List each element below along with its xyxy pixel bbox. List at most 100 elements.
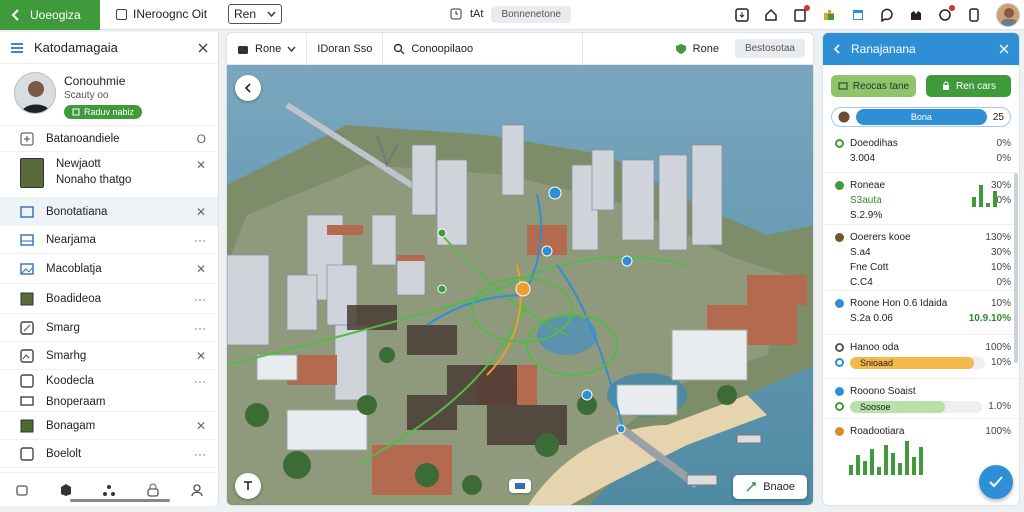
list-item[interactable]: Bnoperaam <box>0 392 218 412</box>
more-icon[interactable]: ··· <box>194 321 206 335</box>
close-icon[interactable] <box>999 44 1009 54</box>
list-item-selected[interactable]: Bonotatiana ✕ <box>0 198 218 226</box>
stat-sub: C.C4 <box>850 277 873 288</box>
status-dot-icon <box>835 181 844 190</box>
text-tool-button[interactable] <box>235 473 261 499</box>
stat-title: Fne Cott <box>850 262 889 273</box>
stat-item[interactable]: Ooerers kooe 130% S.a4 30% Fne Cott 10% C.C… <box>823 225 1019 291</box>
map-view[interactable]: Bnaoe <box>227 65 813 505</box>
close-icon[interactable]: ✕ <box>196 262 206 276</box>
list-item[interactable]: Smarhg ✕ <box>0 342 218 370</box>
stat-value: 10.9.10% <box>968 313 1011 324</box>
clipboard-icon[interactable] <box>793 5 810 22</box>
list-item-label: Nearjama <box>46 233 96 246</box>
list-item[interactable]: Bonagam ✕ <box>0 412 218 440</box>
map-pill[interactable]: Bestosotaa <box>734 39 805 58</box>
map-back-button[interactable] <box>235 75 261 101</box>
list-item[interactable]: Boadideoa ··· <box>0 284 218 314</box>
map-layer-dropdown[interactable]: Rone <box>227 33 308 65</box>
stat-item[interactable]: Hanoo oda 100% Snioaad 10% <box>823 335 1019 379</box>
list-item[interactable]: Boelolt ··· <box>0 440 218 468</box>
profile-card[interactable]: Conouhmie Scauty oo Raduv nabiz <box>0 64 218 126</box>
search-icon <box>393 43 405 55</box>
user-avatar[interactable] <box>996 3 1020 27</box>
filter-search[interactable]: Bona 25 <box>831 107 1011 127</box>
map-action-label: Bnaoe <box>763 481 795 493</box>
stat-sub: S.2.9% <box>850 210 883 221</box>
list-item[interactable]: Smarg ··· <box>0 314 218 342</box>
camera-icon[interactable] <box>15 483 29 497</box>
stat-item[interactable]: Roneae 30% S3auta 0% S.2.9% <box>823 173 1019 225</box>
map-action-button[interactable]: Bnaoe <box>733 475 807 499</box>
primary-action-button[interactable]: Ren cars <box>926 75 1011 97</box>
more-icon[interactable]: ··· <box>194 447 206 461</box>
more-icon[interactable]: ··· <box>194 374 206 388</box>
stat-value: 0% <box>996 195 1011 206</box>
stat-item[interactable]: Doeodihas 0% 3.004 0% <box>823 131 1019 173</box>
progress-fill: Snioaad <box>850 356 975 369</box>
stat-sub: S3auta <box>850 195 882 206</box>
list-item[interactable]: Koodecla ··· <box>0 370 218 392</box>
more-icon[interactable]: ··· <box>194 292 206 306</box>
list-item-label: Boelolt <box>46 447 82 460</box>
right-panel-scrollbar[interactable] <box>1014 173 1018 363</box>
list-item[interactable]: Batanoandiele O <box>0 126 218 152</box>
map-option-label: Rone <box>692 42 719 55</box>
map-layer-chip[interactable] <box>509 479 531 493</box>
community-icon[interactable] <box>909 8 923 22</box>
close-icon[interactable]: ✕ <box>196 158 206 172</box>
map-layer-label: Rone <box>255 42 282 55</box>
box-icon <box>20 446 34 461</box>
download-icon[interactable] <box>735 8 749 22</box>
avatar-icon <box>838 111 850 123</box>
map-panel: Rone IDoran Sso Conoopilaoo Rone Bestoso… <box>226 32 814 506</box>
list-item-label: Macoblatja <box>46 262 102 275</box>
list-item-label: Bonotatiana <box>46 205 108 218</box>
close-icon[interactable] <box>198 43 208 53</box>
close-icon[interactable]: ✕ <box>196 349 206 363</box>
list-item[interactable]: Newjaott Nonaho thatgo ✕ <box>0 152 218 198</box>
person-icon[interactable] <box>190 483 204 497</box>
map-field-label: IDoran Sso <box>317 42 373 55</box>
map-search-value: Conoopilaoo <box>411 42 474 55</box>
secondary-action-button[interactable]: Reocas tane <box>831 75 916 97</box>
secondary-action-label: Reocas tane <box>852 80 910 92</box>
lock-icon[interactable] <box>146 483 160 497</box>
bell-icon[interactable] <box>938 5 955 22</box>
clock-icon[interactable] <box>450 8 462 20</box>
map-toolbar-field[interactable]: IDoran Sso <box>307 33 384 65</box>
share-icon[interactable] <box>102 483 116 497</box>
close-icon[interactable]: ✕ <box>196 419 206 433</box>
stat-item[interactable]: Rooono Soaist Soosoe 1.0% <box>823 379 1019 419</box>
puzzle-icon[interactable] <box>822 8 836 22</box>
status-dot-icon <box>835 139 844 148</box>
top-dropdown[interactable]: Ren <box>228 4 282 24</box>
status-dot-icon <box>835 387 844 396</box>
stat-item[interactable]: Roone Hon 0.6 Idaida 10% S.2a 0.06 10.9.10… <box>823 291 1019 335</box>
chevron-left-icon[interactable] <box>833 44 841 54</box>
photo-thumb-icon <box>20 292 34 306</box>
profile-name: Conouhmie <box>64 74 126 88</box>
cube-icon[interactable] <box>59 483 73 497</box>
top-center: tAt Bonnenetone <box>450 4 571 24</box>
refresh-icon[interactable]: O <box>197 132 206 146</box>
close-icon[interactable]: ✕ <box>196 205 206 219</box>
more-icon[interactable]: ··· <box>194 233 206 247</box>
home-icon[interactable] <box>764 8 778 22</box>
chat-icon[interactable] <box>880 8 894 22</box>
map-toolbar-option[interactable]: Rone Bestosotaa <box>665 33 813 65</box>
list-item[interactable]: Macoblatja ✕ <box>0 254 218 284</box>
dropdown-value: Ren <box>234 7 257 21</box>
menu-icon[interactable] <box>10 42 24 54</box>
calendar-icon[interactable] <box>851 8 865 22</box>
phone-icon[interactable] <box>967 8 981 22</box>
profile-info: Conouhmie Scauty oo Raduv nabiz <box>64 72 143 119</box>
map-search[interactable]: Conoopilaoo <box>383 33 584 65</box>
top-checkbox[interactable]: INeroognc Oit <box>116 7 207 21</box>
confirm-fab-button[interactable] <box>979 465 1013 499</box>
top-pill[interactable]: Bonnenetone <box>491 5 571 23</box>
filter-search-suffix: 25 <box>992 111 1004 123</box>
profile-badge[interactable]: Raduv nabiz <box>64 105 143 119</box>
back-tab[interactable]: Uoeogiza <box>0 0 100 30</box>
list-item[interactable]: Nearjama ··· <box>0 226 218 254</box>
